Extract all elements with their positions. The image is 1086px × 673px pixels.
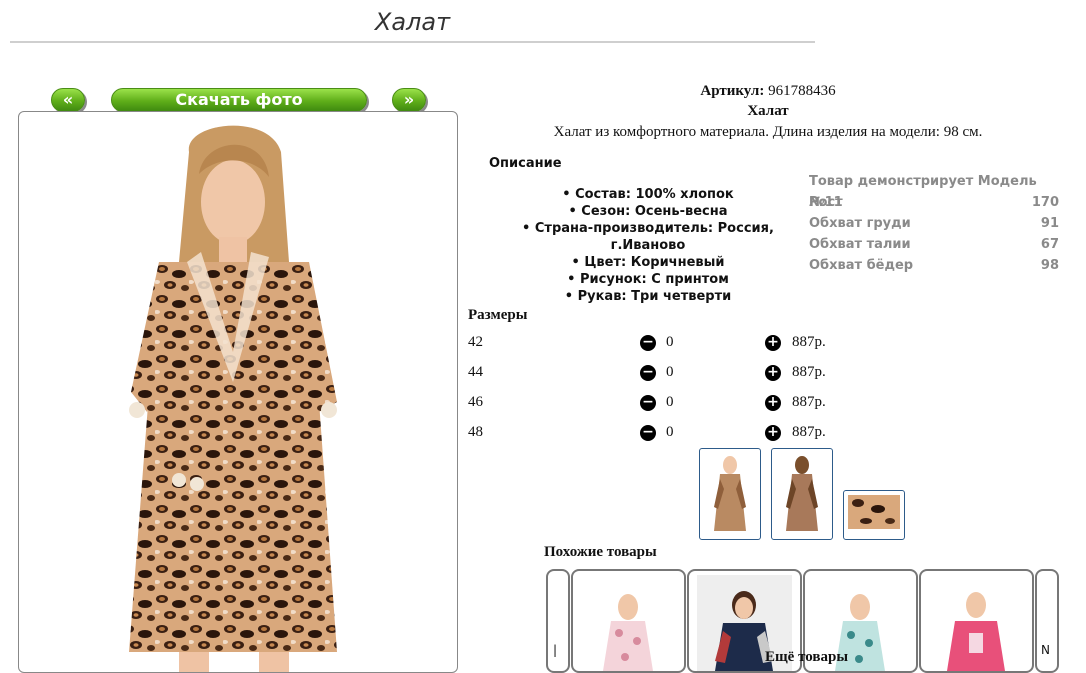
size-value: 42 bbox=[468, 334, 483, 350]
size-quantity[interactable]: 0 bbox=[666, 394, 674, 411]
model-heading: Товар демонстрирует Модель №11 bbox=[809, 174, 1037, 210]
plus-circle-icon[interactable]: + bbox=[765, 335, 781, 351]
size-value: 48 bbox=[468, 424, 483, 440]
spec-item: Рисунок: С принтом bbox=[488, 271, 808, 288]
model-row: Обхват бёдер 98 bbox=[809, 255, 1059, 276]
chevron-left-icon: | bbox=[553, 643, 558, 657]
model-row-value: 67 bbox=[1040, 237, 1059, 252]
similar-prev-button[interactable]: | bbox=[546, 569, 570, 673]
model-row-label: Обхват талии bbox=[809, 237, 911, 252]
model-row: Обхват груди 91 bbox=[809, 213, 1059, 234]
minus-circle-icon[interactable]: − bbox=[640, 395, 656, 411]
size-row: 44 − 0 + 887р. bbox=[468, 364, 868, 394]
prev-photo-button[interactable]: « bbox=[51, 88, 85, 112]
page-title: Халат bbox=[374, 8, 451, 36]
article-line: Артикул: 961788436 bbox=[468, 83, 1068, 100]
model-row: Рост 170 bbox=[809, 192, 1059, 213]
main-product-photo[interactable] bbox=[18, 111, 458, 673]
title-divider bbox=[10, 41, 815, 43]
plus-circle-icon[interactable]: + bbox=[765, 425, 781, 441]
product-description: Халат из комфортного материала. Длина из… bbox=[553, 124, 983, 140]
model-row: Обхват талии 67 bbox=[809, 234, 1059, 255]
size-value: 44 bbox=[468, 364, 483, 380]
fabric-swatch-image bbox=[848, 495, 900, 529]
sizes-heading: Размеры bbox=[468, 307, 528, 323]
size-price: 887р. bbox=[792, 394, 826, 410]
size-row: 42 − 0 + 887р. bbox=[468, 334, 868, 364]
similar-heading: Похожие товары bbox=[544, 544, 657, 560]
thumbnail-image bbox=[714, 456, 746, 531]
spec-item: Рукав: Три четверти bbox=[488, 288, 808, 305]
size-price: 887р. bbox=[792, 334, 826, 350]
model-row-value: 170 bbox=[1031, 195, 1059, 210]
model-row-label: Обхват бёдер bbox=[809, 258, 914, 273]
model-row-value: 98 bbox=[1040, 258, 1059, 273]
similar-product-card[interactable] bbox=[919, 569, 1034, 673]
model-row-label: Обхват груди bbox=[809, 216, 911, 231]
specs-list: Состав: 100% хлопок Сезон: Осень-весна С… bbox=[488, 186, 808, 305]
size-quantity[interactable]: 0 bbox=[666, 364, 674, 381]
thumbnail-front[interactable] bbox=[699, 448, 761, 540]
thumbnail-fabric[interactable] bbox=[843, 490, 905, 540]
size-price: 887р. bbox=[792, 364, 826, 380]
spec-item: Состав: 100% хлопок bbox=[488, 186, 808, 203]
chevron-right-icon: N bbox=[1041, 643, 1050, 657]
minus-circle-icon[interactable]: − bbox=[640, 335, 656, 351]
next-photo-button[interactable]: » bbox=[392, 88, 426, 112]
similar-product-image bbox=[929, 575, 1024, 671]
minus-circle-icon[interactable]: − bbox=[640, 365, 656, 381]
size-quantity[interactable]: 0 bbox=[666, 424, 674, 441]
product-name: Халат bbox=[747, 103, 789, 119]
model-row-label: Рост bbox=[809, 195, 843, 210]
spec-item: Страна-производитель: Россия, г.Иваново bbox=[488, 220, 808, 254]
spec-item: Цвет: Коричневый bbox=[488, 254, 808, 271]
minus-circle-icon[interactable]: − bbox=[640, 425, 656, 441]
model-row-value: 91 bbox=[1040, 216, 1059, 231]
size-value: 46 bbox=[468, 394, 483, 410]
similar-product-card[interactable] bbox=[571, 569, 686, 673]
model-in-robe-image bbox=[129, 125, 337, 672]
article-value: 961788436 bbox=[768, 83, 836, 99]
download-photo-button[interactable]: Скачать фото bbox=[111, 88, 367, 112]
specs-heading: Описание bbox=[489, 156, 562, 171]
similar-next-button[interactable]: N bbox=[1035, 569, 1059, 673]
plus-circle-icon[interactable]: + bbox=[765, 365, 781, 381]
size-quantity[interactable]: 0 bbox=[666, 334, 674, 351]
size-row: 46 − 0 + 887р. bbox=[468, 394, 868, 424]
model-info: Товар демонстрирует Модель №11 Рост 170 О… bbox=[809, 171, 1059, 276]
thumbnail-back[interactable] bbox=[771, 448, 833, 540]
plus-circle-icon[interactable]: + bbox=[765, 395, 781, 411]
article-label: Артикул: bbox=[700, 83, 765, 99]
similar-product-image bbox=[581, 575, 676, 671]
thumbnail-image bbox=[786, 456, 818, 531]
size-price: 887р. bbox=[792, 424, 826, 440]
spec-item: Сезон: Осень-весна bbox=[488, 203, 808, 220]
